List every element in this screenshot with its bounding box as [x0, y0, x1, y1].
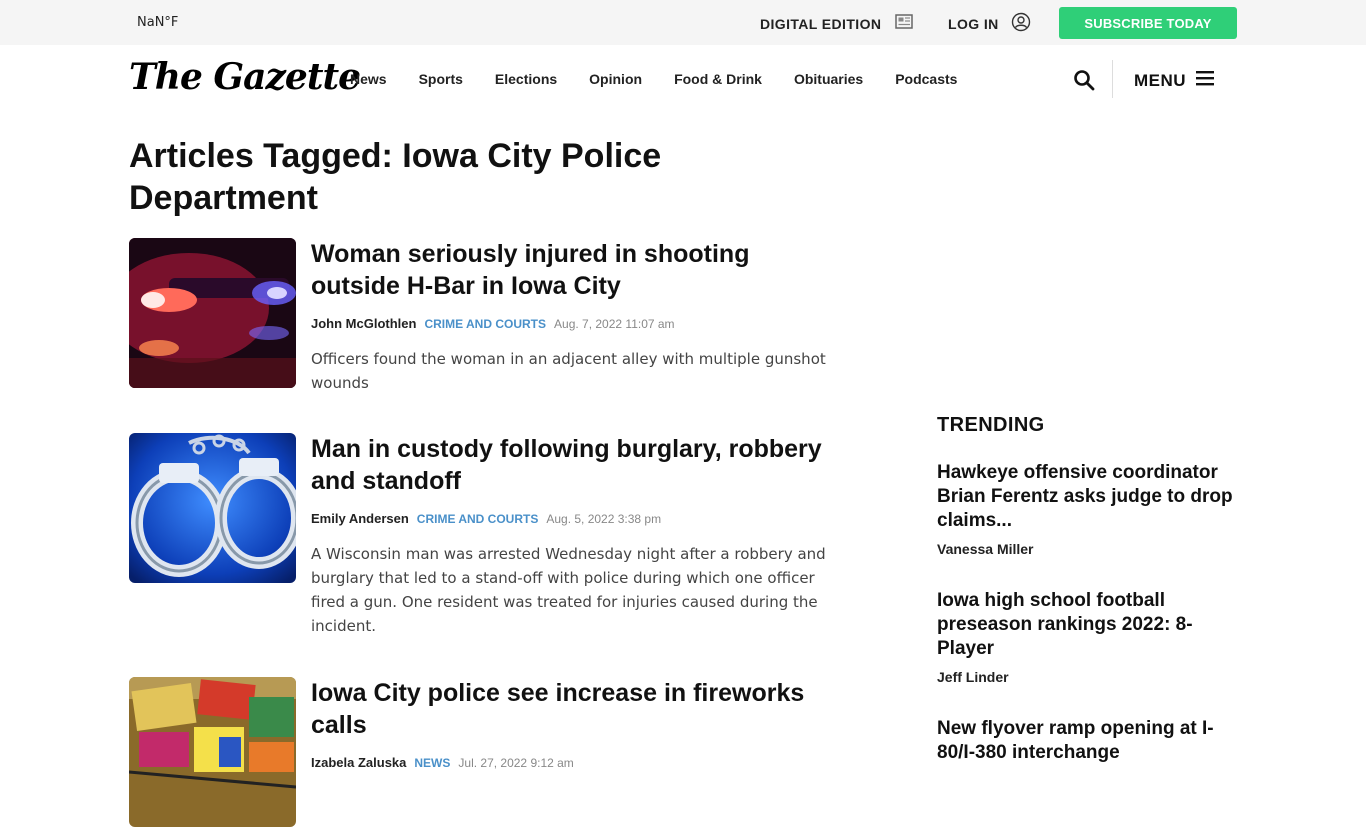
article-meta: Emily Andersen CRIME AND COURTS Aug. 5, …: [311, 511, 841, 526]
user-icon: [1011, 12, 1031, 35]
nav-item-podcasts[interactable]: Podcasts: [895, 71, 957, 87]
article-thumbnail[interactable]: [129, 433, 296, 583]
main-nav: News Sports Elections Opinion Food & Dri…: [350, 71, 989, 87]
weather-readout: NaN°F: [137, 15, 179, 30]
menu-button[interactable]: MENU: [1134, 70, 1215, 91]
trending-title[interactable]: New flyover ramp opening at I-80/I-380 i…: [937, 717, 1242, 765]
article-date: Aug. 7, 2022 11:07 am: [554, 317, 675, 331]
nav-item-opinion[interactable]: Opinion: [589, 71, 642, 87]
article-title[interactable]: Woman seriously injured in shooting outs…: [311, 238, 841, 302]
article-title[interactable]: Iowa City police see increase in firewor…: [311, 677, 841, 741]
trending-heading: TRENDING: [937, 414, 1045, 436]
site-logo[interactable]: The Gazette: [129, 56, 361, 98]
nav-item-sports[interactable]: Sports: [419, 71, 463, 87]
digital-edition-label: DIGITAL EDITION: [760, 15, 882, 32]
login-link[interactable]: LOG IN: [948, 12, 1031, 35]
article-meta: John McGlothlen CRIME AND COURTS Aug. 7,…: [311, 316, 841, 331]
article-title[interactable]: Man in custody following burglary, robbe…: [311, 433, 841, 497]
article-author[interactable]: Emily Andersen: [311, 511, 409, 526]
page-title: Articles Tagged: Iowa City Police Depart…: [129, 137, 662, 217]
trending-title[interactable]: Hawkeye offensive coordinator Brian Fere…: [937, 461, 1242, 533]
nav-item-obituaries[interactable]: Obituaries: [794, 71, 863, 87]
article-summary: A Wisconsin man was arrested Wednesday n…: [311, 545, 826, 635]
trending-author[interactable]: Jeff Linder: [937, 669, 1242, 685]
digital-edition-link[interactable]: DIGITAL EDITION: [760, 14, 914, 33]
article-author[interactable]: John McGlothlen: [311, 316, 416, 331]
trending-item: Iowa high school football preseason rank…: [937, 589, 1242, 685]
nav-item-elections[interactable]: Elections: [495, 71, 557, 87]
search-icon[interactable]: [1073, 69, 1095, 91]
article-category[interactable]: CRIME AND COURTS: [424, 317, 546, 331]
nav-item-news[interactable]: News: [350, 71, 387, 87]
login-label: LOG IN: [948, 15, 999, 32]
newspaper-icon: [895, 14, 914, 33]
trending-title[interactable]: Iowa high school football preseason rank…: [937, 589, 1242, 661]
nav-item-food-drink[interactable]: Food & Drink: [674, 71, 762, 87]
top-utility-bar: NaN°F DIGITAL EDITION LOG IN SUBSCRIBE T…: [0, 0, 1366, 45]
header-divider: [1112, 60, 1113, 98]
article-thumbnail[interactable]: [129, 677, 296, 827]
article-thumbnail[interactable]: [129, 238, 296, 388]
trending-item: Hawkeye offensive coordinator Brian Fere…: [937, 461, 1242, 557]
hamburger-icon: [1196, 70, 1215, 91]
trending-author[interactable]: Vanessa Miller: [937, 541, 1242, 557]
trending-item: New flyover ramp opening at I-80/I-380 i…: [937, 717, 1242, 765]
article-category[interactable]: CRIME AND COURTS: [417, 512, 539, 526]
menu-label: MENU: [1134, 70, 1187, 90]
article-summary: Officers found the woman in an adjacent …: [311, 350, 826, 392]
article-date: Aug. 5, 2022 3:38 pm: [546, 512, 662, 526]
subscribe-button[interactable]: SUBSCRIBE TODAY: [1059, 7, 1237, 39]
